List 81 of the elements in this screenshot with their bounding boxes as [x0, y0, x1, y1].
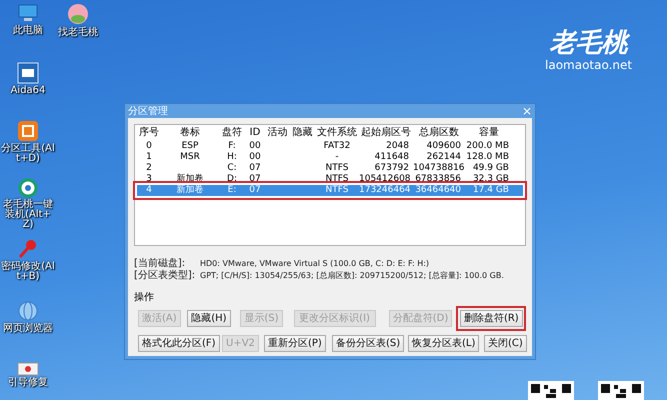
monitor-icon[interactable] [17, 2, 39, 24]
icon-label: 引导修复 [8, 378, 48, 388]
logo-url: laomaotao.net [545, 58, 632, 72]
table-cell-text: NTFS [324, 163, 350, 174]
table-cell-text: D: [226, 174, 238, 185]
table-cell-text: 67833856 [414, 174, 462, 185]
action-button[interactable]: 关闭(C) [484, 335, 527, 352]
tile-icon[interactable] [17, 62, 39, 84]
table-cell-text: 00 [248, 152, 262, 163]
table-cell-text: 4 [145, 185, 153, 196]
icon-label: Aida64 [10, 86, 46, 96]
icon-label: 老毛桃一键装机(Alt+Z) [2, 200, 54, 230]
peach-icon[interactable] [66, 2, 90, 26]
table-cell-text: FAT32 [322, 141, 352, 152]
table-cell-text: 新加卷 [176, 185, 204, 196]
table-cell-text: 1 [145, 152, 153, 163]
table-cell-text: 409600 [426, 141, 462, 152]
table-cell-text: 49.9 GB [472, 163, 510, 174]
info-value: GPT; [C/H/S]: 13054/255/63; [总扇区数]: 209715200/512; [总容量]: 100.0 GB. [200, 270, 504, 282]
column-header: 序号 [138, 126, 160, 140]
action-button[interactable]: 隐藏(H) [187, 310, 231, 327]
column-header: 盘符 [221, 126, 243, 140]
qr-code-icon [598, 381, 644, 400]
table-cell-text: 3 [145, 174, 153, 185]
table-cell-text: NTFS [324, 174, 350, 185]
window-title: 分区管理 [128, 105, 168, 118]
table-cell-text: E: [226, 185, 238, 196]
action-button[interactable]: 删除盘符(R) [460, 310, 523, 327]
action-button[interactable]: 备份分区表(S) [332, 335, 404, 352]
table-cell-text: 262144 [426, 152, 462, 163]
info-label: [分区表类型]: [134, 270, 194, 282]
table-cell-text: 2048 [385, 141, 410, 152]
table-cell-text: 673792 [374, 163, 410, 174]
column-header: 文件系统 [316, 126, 358, 140]
table-cell-text: MSR [179, 152, 201, 163]
action-button[interactable]: 格式化此分区(F) [138, 335, 220, 352]
table-cell-text: 173246464 [359, 185, 412, 196]
table-cell-text: 07 [248, 174, 262, 185]
action-button[interactable]: 重新分区(P) [264, 335, 326, 352]
action-button[interactable]: 恢复分区表(L) [408, 335, 480, 352]
table-cell-text: 2 [145, 163, 153, 174]
app-tile-icon[interactable] [17, 120, 39, 142]
globe-icon[interactable] [17, 300, 39, 322]
icon-label: 密码修改(Alt+B) [0, 262, 56, 282]
column-header: 卷标 [179, 126, 201, 140]
table-cell-text: 200.0 MB [465, 141, 510, 152]
table-cell-text: 411648 [374, 152, 410, 163]
section-label: 操作 [134, 291, 155, 304]
table-cell-text: H: [226, 152, 238, 163]
table-cell-text: 07 [248, 163, 262, 174]
column-header: 起始扇区号 [360, 126, 412, 140]
logo-title: 老毛桃 [550, 28, 628, 58]
column-header: 总扇区数 [418, 126, 460, 140]
icon-label: 找老毛桃 [58, 28, 98, 38]
table-cell-text: 00 [248, 141, 262, 152]
table-cell-text: 17.4 GB [472, 185, 510, 196]
table-cell-text: ESP [180, 141, 200, 152]
table-row[interactable]: 2 C: 07 NTFS 673792 104738816 49.9 GB [137, 163, 523, 174]
table-cell-text: NTFS [324, 185, 350, 196]
column-header: 隐藏 [292, 126, 314, 140]
info-label: [当前磁盘]: [134, 258, 186, 270]
table-cell-text: 105412608 [359, 174, 412, 185]
table-cell-text: 32.3 GB [472, 174, 510, 185]
table-cell-text: 36464640 [414, 185, 462, 196]
column-header: 容量 [478, 126, 500, 140]
table-cell-text: - [334, 152, 340, 163]
icon-label: 网页浏览器 [3, 324, 53, 334]
column-header: ID [248, 126, 262, 140]
table-row[interactable]: 0 ESP F: 00 FAT32 2048 409600 200.0 MB [137, 141, 523, 152]
icon-label: 此电脑 [13, 26, 43, 36]
table-cell: 104738816 [413, 163, 465, 174]
table-cell-text: 07 [248, 185, 262, 196]
table-cell-text: 0 [145, 141, 153, 152]
table-cell-text: 128.0 MB [465, 152, 510, 163]
column-header: 活动 [266, 126, 288, 140]
table-cell-text: F: [227, 141, 237, 152]
table-cell-text: C: [226, 163, 238, 174]
info-value: HD0: VMware, VMware Virtual S (100.0 GB, C: D: E: F: H:) [200, 258, 430, 270]
qr-code-icon [528, 381, 574, 400]
table-row[interactable]: 1 MSR H: 00 - 411648 262144 128.0 MB [137, 152, 523, 163]
icon-label: 分区工具(Alt+D) [0, 144, 56, 164]
